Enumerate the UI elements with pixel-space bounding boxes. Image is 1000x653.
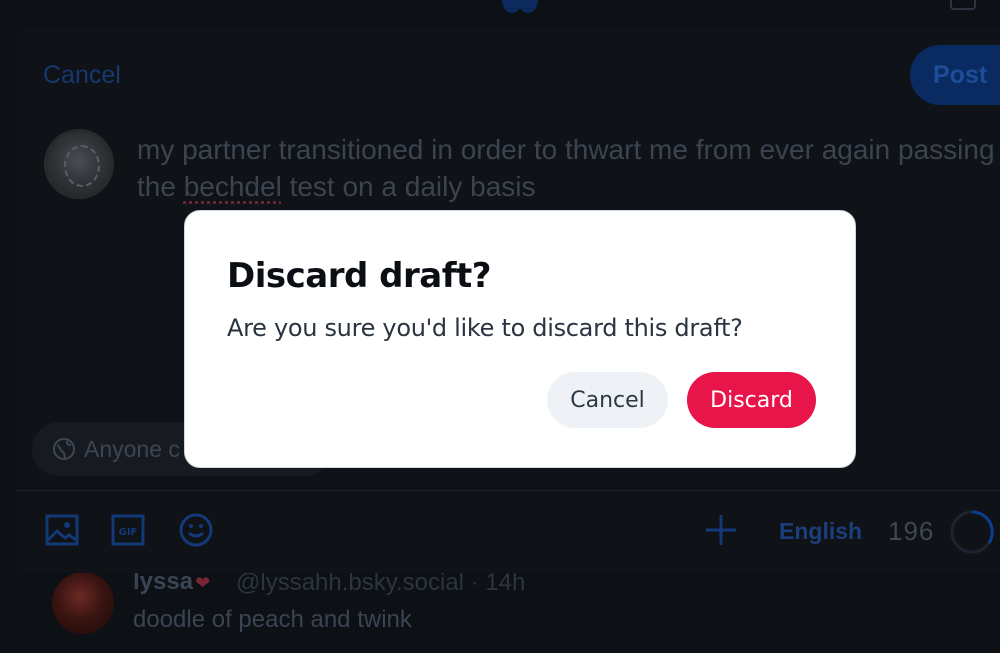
discard-draft-dialog: Discard draft? Are you sure you'd like t… (184, 210, 856, 468)
header-menu-icon[interactable] (950, 0, 976, 10)
post-button[interactable]: Post (910, 45, 1000, 105)
dialog-message: Are you sure you'd like to discard this … (227, 314, 743, 342)
language-selector[interactable]: English (779, 518, 862, 545)
butterfly-logo-icon (502, 0, 538, 13)
add-thread-icon[interactable] (704, 513, 738, 547)
heart-emoji-icon: ❤ (195, 573, 211, 593)
avatar (44, 129, 114, 199)
cancel-button[interactable]: Cancel (547, 372, 668, 428)
svg-text:GIF: GIF (119, 527, 138, 538)
globe-icon (53, 438, 75, 460)
post-handle[interactable]: @lyssahh.bsky.social · 14h (236, 569, 525, 597)
emoji-icon[interactable] (179, 513, 213, 547)
misspelled-word: bechdel (183, 171, 282, 202)
character-progress-ring (950, 510, 994, 554)
feed-post[interactable]: lyssa ❤ @lyssahh.bsky.social · 14h doodle… (0, 560, 1000, 653)
post-text-input[interactable]: my partner transitioned in order to thwa… (137, 131, 997, 205)
image-icon[interactable] (45, 513, 79, 547)
divider (16, 490, 1000, 491)
audience-label: Anyone c (84, 435, 180, 462)
avatar[interactable] (52, 572, 114, 634)
character-count: 196 (888, 516, 935, 546)
dialog-title: Discard draft? (227, 256, 491, 296)
gif-icon[interactable]: GIF (111, 513, 145, 547)
post-text: doodle of peach and twink (133, 606, 412, 633)
composer-cancel-button[interactable]: Cancel (43, 61, 121, 90)
discard-button[interactable]: Discard (687, 372, 816, 428)
